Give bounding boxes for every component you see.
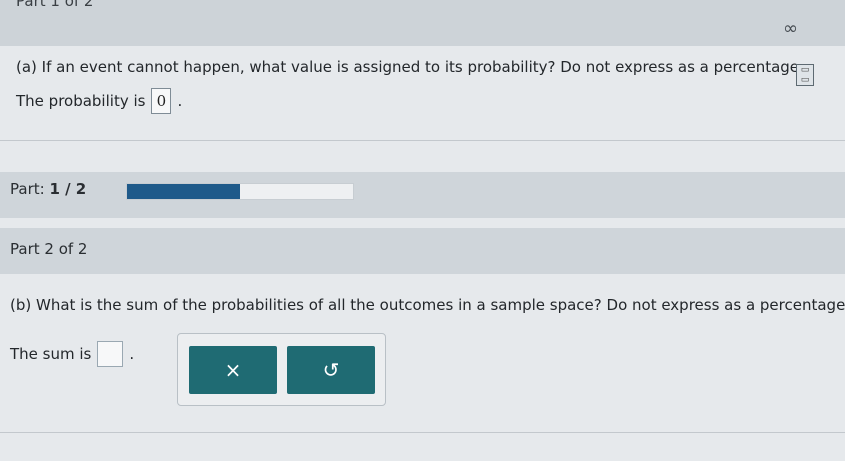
close-icon: × [224,358,242,382]
answer-a-input[interactable]: 0 [151,88,172,114]
progress-label-prefix: Part: [10,180,50,198]
part-2-header [0,228,845,274]
answer-a-period: . [177,92,183,110]
answer-a-label: The probability is [16,92,146,110]
answer-a-line: The probability is 0 . [16,88,182,114]
question-b-text: (b) What is the sum of the probabilities… [10,296,845,314]
progress-bar-fill [127,184,240,199]
answer-b-input[interactable] [97,341,124,367]
part-2-title: Part 2 of 2 [10,240,88,258]
divider [0,140,845,141]
answer-b-line: The sum is . [10,341,134,367]
undo-button[interactable]: ↺ [287,346,375,394]
infinity-icon[interactable]: ∞ [783,18,798,39]
progress-label: Part: 1 / 2 [10,180,86,198]
clear-button[interactable]: × [189,346,277,394]
divider [0,432,845,433]
answer-b-label: The sum is [10,345,92,363]
part-1-header: Part 1 of 2 [0,0,845,46]
answer-toolbar: × ↺ [177,333,386,406]
progress-bar [126,183,354,200]
answer-b-period: . [129,345,135,363]
undo-icon: ↺ [322,358,340,382]
part-1-title: Part 1 of 2 [16,0,94,10]
formula-template-icon[interactable]: ▭ ▭ [796,64,814,86]
progress-label-value: 1 / 2 [49,180,87,198]
question-a-text: (a) If an event cannot happen, what valu… [16,58,804,76]
